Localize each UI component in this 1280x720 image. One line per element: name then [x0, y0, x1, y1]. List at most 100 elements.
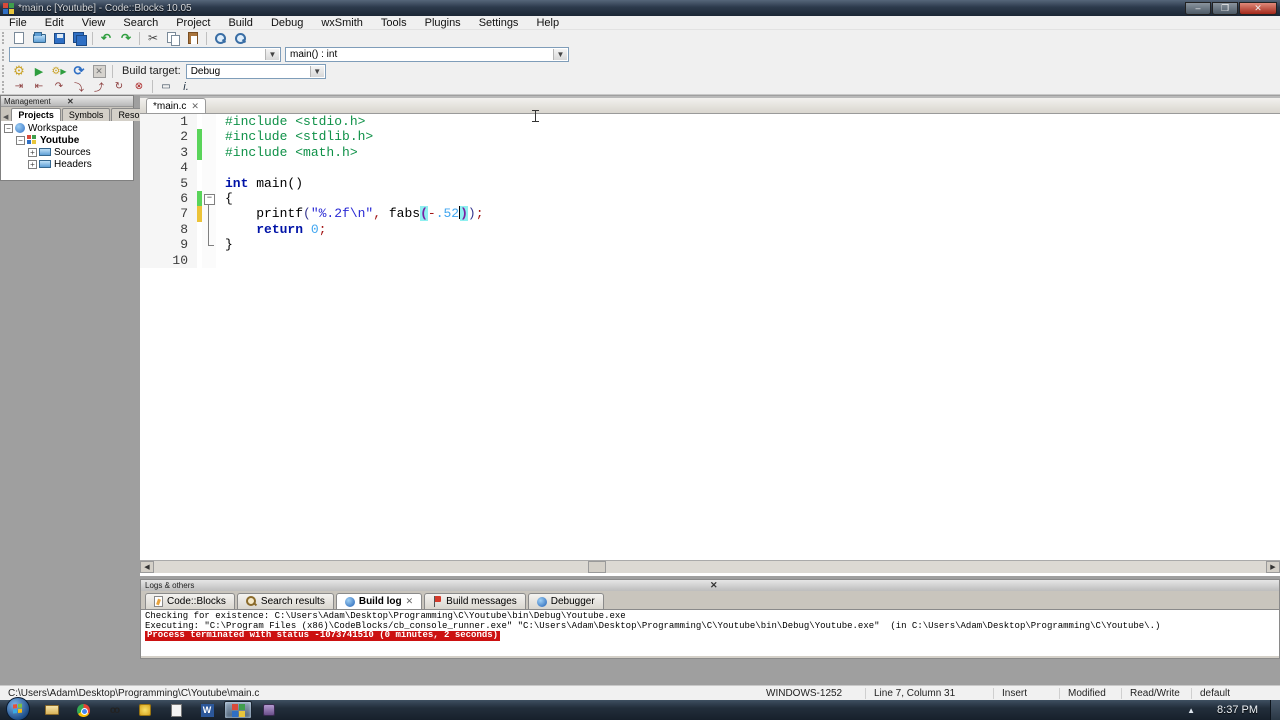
code-line[interactable]: 2 #include <stdlib.h>: [140, 129, 1280, 145]
code-line[interactable]: 7 printf("%.2f\n", fabs(-.52));: [140, 206, 1280, 223]
next-line-button[interactable]: ↷: [50, 79, 68, 94]
abort-button[interactable]: ✕: [90, 64, 108, 79]
code-line[interactable]: 3 #include <math.h>: [140, 144, 1280, 161]
build-and-run-button[interactable]: ⚙ ▶: [50, 64, 68, 79]
code-editor[interactable]: 1 #include <stdio.h> 2 #include <stdlib.h> 3…: [140, 114, 1280, 563]
build-log-output[interactable]: Checking for existence: C:\Users\Adam\De…: [141, 609, 1279, 656]
scrollbar-thumb[interactable]: [587, 561, 606, 573]
new-file-button[interactable]: [10, 31, 28, 46]
tab-build-log[interactable]: Build log ✕: [335, 593, 423, 609]
editor-hscrollbar[interactable]: ◀ ▶: [140, 560, 1280, 573]
code-line[interactable]: 5 int main(): [140, 175, 1280, 191]
close-button[interactable]: ✕: [1239, 1, 1277, 15]
editor-tab-close-icon[interactable]: ✕: [191, 101, 199, 112]
step-into-button[interactable]: ⤵: [70, 79, 88, 94]
taskbar-item-chrome[interactable]: [69, 701, 97, 719]
find-button[interactable]: [211, 31, 229, 46]
tab-debugger[interactable]: Debugger: [527, 593, 604, 609]
cut-button[interactable]: ✂: [144, 31, 162, 46]
logs-caption[interactable]: Logs & others ✕: [141, 580, 1279, 591]
scrollbar-track[interactable]: [154, 561, 1266, 573]
chevron-down-icon[interactable]: ▼: [265, 49, 279, 60]
taskbar-item-explorer[interactable]: [38, 701, 66, 719]
menu-file[interactable]: File: [0, 16, 36, 30]
tree-item-workspace[interactable]: − Workspace: [1, 122, 133, 134]
code-line[interactable]: 1 #include <stdio.h>: [140, 114, 1280, 130]
minimize-button[interactable]: –: [1185, 1, 1211, 15]
menu-settings[interactable]: Settings: [470, 16, 528, 30]
taskbar-clock[interactable]: 8:37 PM: [1205, 704, 1270, 716]
menu-plugins[interactable]: Plugins: [416, 16, 470, 30]
expand-icon[interactable]: +: [28, 147, 37, 157]
scroll-left-icon[interactable]: ◀: [140, 561, 154, 573]
tab-scroll-left-icon[interactable]: ◀: [1, 113, 10, 121]
collapse-icon[interactable]: −: [4, 123, 13, 133]
taskbar-item-notepad[interactable]: [162, 701, 190, 719]
menu-build[interactable]: Build: [219, 16, 261, 30]
open-file-button[interactable]: [30, 31, 48, 46]
rebuild-button[interactable]: ⟳: [70, 63, 88, 79]
tray-expand-icon[interactable]: ▲: [1177, 706, 1205, 715]
fold-collapse-icon[interactable]: [202, 190, 216, 207]
menu-wxsmith[interactable]: wxSmith: [312, 16, 372, 30]
stop-debugger-button[interactable]: ⊗: [130, 79, 148, 94]
menu-edit[interactable]: Edit: [36, 16, 73, 30]
chevron-down-icon[interactable]: ▼: [553, 49, 567, 60]
logs-close-icon[interactable]: ✕: [710, 580, 1275, 591]
taskbar-item-messenger[interactable]: [131, 701, 159, 719]
code-line[interactable]: 6{: [140, 190, 1280, 207]
menu-search[interactable]: Search: [114, 16, 167, 30]
undo-button[interactable]: ↶: [97, 31, 115, 46]
menu-view[interactable]: View: [73, 16, 115, 30]
taskbar-item-recorder[interactable]: oo: [100, 701, 128, 719]
management-caption[interactable]: Management ✕: [1, 96, 133, 107]
editor-tab-main-c[interactable]: *main.c ✕: [146, 98, 206, 113]
expand-icon[interactable]: +: [28, 159, 37, 169]
menu-project[interactable]: Project: [167, 16, 219, 30]
redo-button[interactable]: ↷: [117, 31, 135, 46]
status-insert-mode: Insert: [994, 687, 1060, 699]
next-instruction-button[interactable]: ↻: [110, 79, 128, 94]
menu-debug[interactable]: Debug: [262, 16, 312, 30]
taskbar-item-word[interactable]: W: [193, 701, 221, 719]
code-line[interactable]: 9}: [140, 237, 1280, 253]
scope-combo[interactable]: ▼: [9, 47, 281, 62]
code-line[interactable]: 10: [140, 252, 1280, 268]
collapse-icon[interactable]: −: [16, 135, 25, 145]
tab-projects[interactable]: Projects: [11, 108, 61, 121]
save-button[interactable]: [50, 31, 68, 46]
tree-item-headers[interactable]: + Headers: [1, 158, 133, 170]
function-combo[interactable]: main() : int ▼: [285, 47, 569, 62]
taskbar-item-misc[interactable]: [255, 701, 283, 719]
start-button[interactable]: [6, 697, 30, 720]
menu-tools[interactable]: Tools: [372, 16, 416, 30]
tree-item-sources[interactable]: + Sources: [1, 146, 133, 158]
chevron-down-icon[interactable]: ▼: [309, 65, 324, 77]
build-target-combo[interactable]: Debug ▼: [185, 63, 326, 79]
menu-help[interactable]: Help: [527, 16, 568, 30]
tab-build-messages[interactable]: Build messages: [424, 593, 526, 609]
run-button[interactable]: ▶: [30, 64, 48, 79]
step-out-button[interactable]: ⤴: [90, 79, 108, 94]
debugging-windows-button[interactable]: ▭: [157, 79, 175, 94]
restore-button[interactable]: ❐: [1212, 1, 1238, 15]
save-all-button[interactable]: [70, 31, 88, 46]
build-button[interactable]: ⚙: [10, 63, 28, 79]
tab-symbols[interactable]: Symbols: [61, 108, 111, 121]
debug-continue-button[interactable]: ⇥: [10, 79, 28, 94]
management-close-icon[interactable]: ✕: [67, 97, 130, 106]
scroll-right-icon[interactable]: ▶: [1266, 561, 1280, 573]
debug-info-button[interactable]: i.: [177, 79, 195, 94]
run-to-cursor-button[interactable]: ⇤: [30, 79, 48, 94]
code-line[interactable]: 8 return 0;: [140, 221, 1280, 238]
show-desktop-button[interactable]: [1270, 700, 1280, 720]
paste-button[interactable]: [184, 31, 202, 46]
taskbar-item-codeblocks[interactable]: [224, 701, 252, 719]
tab-close-icon[interactable]: ✕: [406, 596, 414, 607]
copy-button[interactable]: [164, 31, 182, 46]
tab-codeblocks-log[interactable]: Code::Blocks: [145, 593, 235, 609]
replace-button[interactable]: [231, 31, 249, 46]
tab-search-results[interactable]: Search results: [236, 593, 334, 609]
code-line[interactable]: 4: [140, 160, 1280, 176]
tree-item-youtube[interactable]: − Youtube: [1, 134, 133, 146]
